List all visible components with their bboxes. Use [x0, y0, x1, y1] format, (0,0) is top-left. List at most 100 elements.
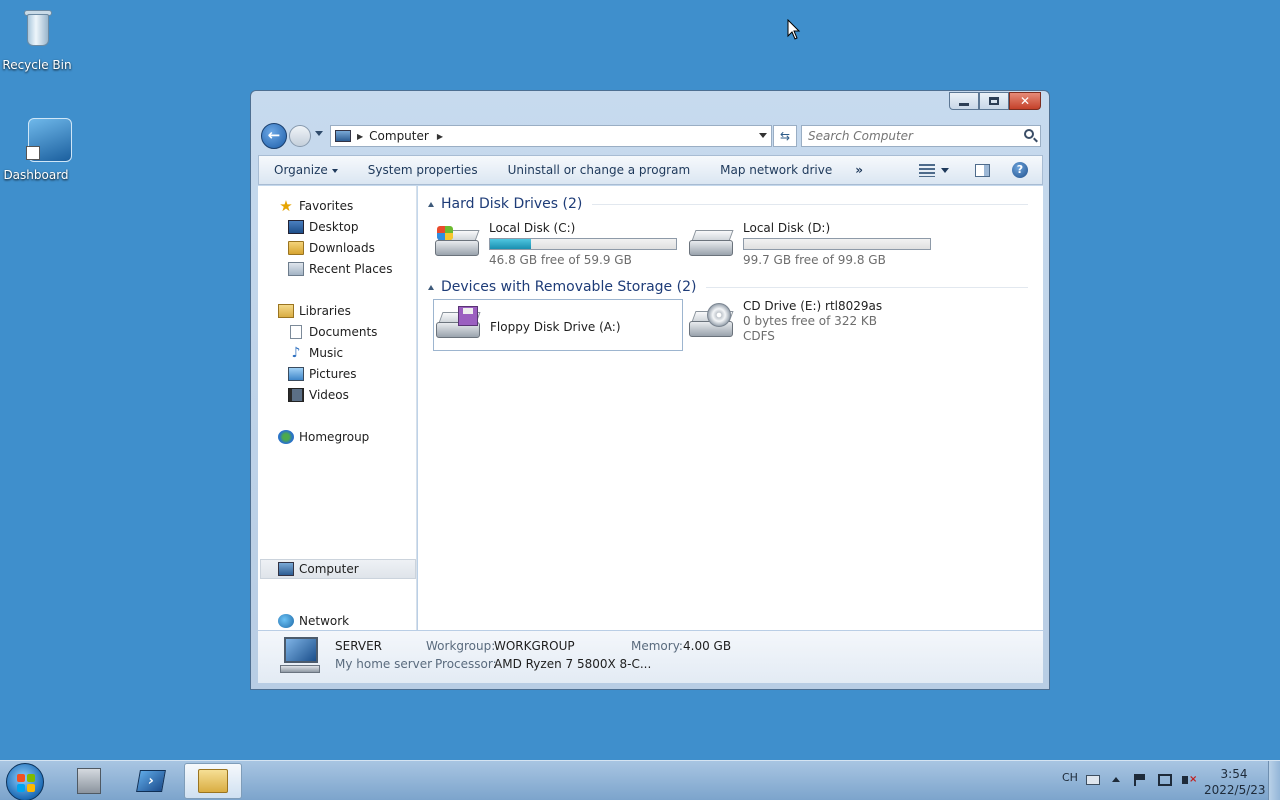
nav-label: Favorites [299, 199, 354, 213]
drive-name: CD Drive (E:) rtl8029as [743, 299, 883, 313]
breadcrumb-arrow-icon[interactable]: ▶ [357, 132, 363, 141]
action-center-flag-icon[interactable] [1134, 774, 1146, 786]
computer-icon [278, 562, 294, 576]
drive-a[interactable]: Floppy Disk Drive (A:) [433, 299, 683, 351]
breadcrumb-computer[interactable]: Computer [369, 129, 429, 143]
drive-c[interactable]: Local Disk (C:) 46.8 GB free of 59.9 GB [433, 218, 683, 268]
map-network-drive-button[interactable]: Map network drive [705, 163, 847, 177]
nav-item-downloads[interactable]: Downloads [288, 238, 375, 258]
processor-label: Processor: [435, 657, 497, 671]
drive-d[interactable]: Local Disk (D:) 99.7 GB free of 99.8 GB [687, 218, 937, 268]
explorer-window: ✕ ← ▶ Computer ▶ ⇆ Organize System prope… [250, 90, 1050, 690]
workgroup-label: Workgroup: [426, 639, 496, 653]
workgroup-value: WORKGROUP [494, 639, 575, 653]
nav-item-documents[interactable]: Documents [288, 322, 377, 342]
nav-item-libraries[interactable]: Libraries [278, 301, 351, 321]
nav-item-network[interactable]: Network [278, 611, 349, 631]
powershell-icon: › [136, 770, 166, 792]
drive-name: Local Disk (D:) [743, 221, 831, 235]
nav-label: Documents [309, 325, 378, 339]
clock[interactable]: 3:54 2022/5/23 [1204, 766, 1266, 798]
memory-label: Memory: [631, 639, 683, 653]
change-view-icon[interactable] [919, 163, 935, 177]
drive-free-space: 0 bytes free of 322 KB [743, 314, 877, 328]
search-icon[interactable] [1024, 129, 1034, 139]
pictures-icon [288, 367, 304, 381]
back-arrow-icon: ← [267, 126, 281, 144]
recycle-bin-icon [15, 6, 59, 54]
nav-label: Homegroup [299, 430, 370, 444]
nav-label: Recent Places [309, 262, 393, 276]
nav-item-videos[interactable]: Videos [288, 385, 349, 405]
system-tray: CH × 3:54 2022/5/23 [1054, 761, 1280, 800]
nav-label: Downloads [309, 241, 375, 255]
content-pane: Hard Disk Drives (2) Local Disk (C:) 46.… [418, 186, 1043, 630]
forward-button[interactable] [289, 125, 311, 147]
nav-item-music[interactable]: ♪ Music [288, 343, 344, 363]
nav-item-pictures[interactable]: Pictures [288, 364, 357, 384]
start-button[interactable] [6, 763, 44, 800]
group-header-removable-storage[interactable]: Devices with Removable Storage (2) [428, 279, 1028, 295]
nav-label: Libraries [299, 304, 351, 318]
group-header-hard-disk-drives[interactable]: Hard Disk Drives (2) [428, 196, 1028, 212]
memory-value: 4.00 GB [683, 639, 732, 653]
collapse-icon [428, 284, 434, 290]
organize-button[interactable]: Organize [259, 163, 353, 177]
dashboard-desktop-icon[interactable]: Dashboard [0, 116, 72, 182]
maximize-button[interactable] [979, 92, 1009, 110]
nav-item-computer[interactable]: Computer [260, 559, 416, 579]
uninstall-program-button[interactable]: Uninstall or change a program [493, 163, 706, 177]
group-divider [592, 203, 1028, 205]
nav-item-desktop[interactable]: Desktop [288, 217, 359, 237]
volume-muted-icon[interactable]: × [1182, 773, 1197, 787]
music-icon: ♪ [291, 345, 301, 361]
more-commands-button[interactable]: » [847, 163, 871, 177]
system-properties-button[interactable]: System properties [353, 163, 493, 177]
windows-logo-icon [17, 774, 35, 792]
nav-label: Network [299, 614, 350, 628]
taskbar-explorer[interactable] [184, 763, 242, 799]
drive-free-space: 46.8 GB free of 59.9 GB [489, 253, 632, 267]
view-options-dropdown[interactable] [941, 167, 949, 173]
computer-icon [335, 130, 351, 142]
drive-e[interactable]: CD Drive (E:) rtl8029as 0 bytes free of … [687, 299, 937, 349]
preview-pane-icon[interactable] [975, 163, 990, 177]
details-pane: SERVER My home server Workgroup: WORKGRO… [258, 631, 1043, 683]
keyboard-icon[interactable] [1086, 775, 1100, 785]
language-indicator[interactable]: CH [1062, 771, 1078, 784]
navigation-row: ← ▶ Computer ▶ ⇆ [259, 123, 1043, 149]
address-bar[interactable]: ▶ Computer ▶ [330, 125, 772, 147]
nav-item-favorites[interactable]: ★ Favorites [278, 196, 353, 216]
nav-label: Music [309, 346, 344, 360]
minimize-button[interactable] [949, 92, 979, 110]
address-dropdown-icon[interactable] [759, 133, 767, 138]
collapse-icon [428, 201, 434, 207]
drive-usage-bar [489, 238, 677, 250]
group-divider [706, 286, 1028, 288]
close-button[interactable]: ✕ [1009, 92, 1041, 110]
taskbar-powershell[interactable]: › [122, 763, 180, 799]
network-status-icon[interactable] [1158, 774, 1172, 786]
drive-name: Floppy Disk Drive (A:) [490, 319, 621, 334]
recent-pages-dropdown[interactable] [315, 131, 323, 136]
computer-large-icon [276, 637, 320, 673]
taskbar-server-manager[interactable] [60, 763, 118, 799]
caption-buttons: ✕ [949, 92, 1041, 110]
breadcrumb-arrow-icon[interactable]: ▶ [437, 132, 443, 141]
refresh-button[interactable]: ⇆ [773, 125, 797, 147]
group-title: Devices with Removable Storage (2) [441, 279, 697, 295]
help-icon[interactable]: ? [1012, 162, 1028, 178]
videos-icon [288, 388, 304, 402]
back-button[interactable]: ← [261, 123, 287, 149]
show-hidden-icons-icon[interactable] [1112, 777, 1120, 782]
search-input[interactable] [802, 126, 1012, 146]
navigation-pane: ★ Favorites Desktop Downloads Recent Plac… [258, 186, 417, 630]
nav-item-recent-places[interactable]: Recent Places [288, 259, 392, 279]
homegroup-icon [278, 430, 294, 444]
recycle-bin-desktop-icon[interactable]: Recycle Bin [1, 6, 73, 72]
desktop-icon [288, 220, 304, 234]
nav-label: Computer [299, 562, 359, 576]
computer-description: My home server [335, 657, 433, 671]
show-desktop-button[interactable] [1268, 761, 1280, 800]
nav-item-homegroup[interactable]: Homegroup [278, 427, 369, 447]
